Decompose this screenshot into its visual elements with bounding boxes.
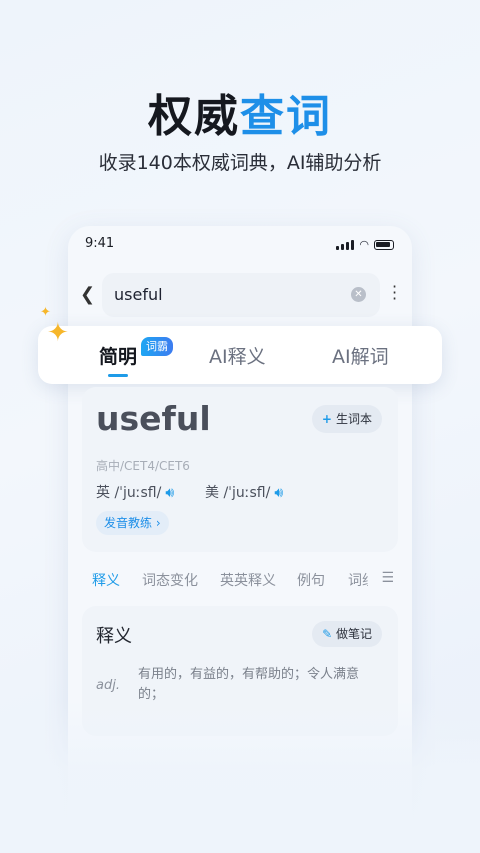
wifi-icon: ◠ bbox=[359, 238, 369, 251]
tab-badge: 词霸 bbox=[141, 337, 173, 356]
pencil-icon: ✎ bbox=[322, 627, 333, 641]
subtab-english-definition[interactable]: 英英释义 bbox=[220, 570, 276, 590]
subtab-definition[interactable]: 释义 bbox=[92, 570, 120, 590]
speaker-icon[interactable]: 🔊︎ bbox=[165, 485, 174, 501]
definition-title: 释义 bbox=[96, 626, 132, 647]
word-card: useful + 生词本 高中/CET4/CET6 英 /ˈjuːsfl/🔊︎ 美… bbox=[82, 387, 398, 552]
tab-jianming[interactable]: 简明 bbox=[99, 342, 137, 369]
signal-icon bbox=[336, 239, 355, 250]
add-wordbook-button[interactable]: + 生词本 bbox=[311, 405, 382, 433]
speaker-icon[interactable]: 🔊︎ bbox=[274, 485, 283, 501]
tab-underline bbox=[108, 374, 128, 377]
word-level: 高中/CET4/CET6 bbox=[96, 459, 190, 473]
tab-ai-explain[interactable]: AI解词 bbox=[332, 342, 389, 369]
part-of-speech: adj. bbox=[96, 678, 120, 693]
pronunciation-coach-button[interactable]: 发音教练 › bbox=[96, 511, 169, 535]
more-icon[interactable]: · · · bbox=[392, 279, 397, 307]
search-input[interactable]: useful ✕ bbox=[102, 273, 380, 317]
definition-text: 有用的，有益的，有帮助的；令人满意的； bbox=[138, 667, 360, 702]
search-text: useful bbox=[114, 285, 163, 304]
sparkle-small-icon: ✦ bbox=[40, 305, 51, 320]
subtab-inflection[interactable]: 词态变化 bbox=[142, 570, 198, 590]
plus-icon: + bbox=[321, 412, 332, 426]
bottom-fade bbox=[0, 700, 480, 853]
hero-title: 权威查词 bbox=[148, 91, 332, 142]
list-icon[interactable]: ☰ bbox=[381, 570, 394, 586]
subtab-examples[interactable]: 例句 bbox=[297, 570, 325, 590]
tab-ai-definition[interactable]: AI释义 bbox=[209, 342, 266, 369]
take-note-button[interactable]: ✎ 做笔记 bbox=[312, 621, 382, 647]
phonetic-us[interactable]: 美 /ˈjuːsfl/🔊︎ bbox=[205, 482, 283, 502]
status-icons: ◠ bbox=[336, 238, 394, 251]
hero-subtitle: 收录140本权威词典，AI辅助分析 bbox=[98, 152, 382, 174]
phonetic-uk[interactable]: 英 /ˈjuːsfl/🔊︎ bbox=[96, 482, 174, 502]
tabs-card: 简明 词霸 AI释义 AI解词 bbox=[38, 326, 442, 384]
subtab-phrases[interactable]: 词组 bbox=[348, 570, 368, 590]
clear-icon[interactable]: ✕ bbox=[351, 287, 366, 302]
headword: useful bbox=[96, 399, 211, 438]
status-time: 9:41 bbox=[85, 236, 115, 251]
battery-icon bbox=[374, 239, 394, 250]
back-icon[interactable]: ❮ bbox=[80, 284, 95, 305]
sparkle-icon: ✦ bbox=[47, 318, 69, 348]
subtabs: 释义 词态变化 英英释义 例句 词组 ☰ bbox=[92, 570, 402, 592]
